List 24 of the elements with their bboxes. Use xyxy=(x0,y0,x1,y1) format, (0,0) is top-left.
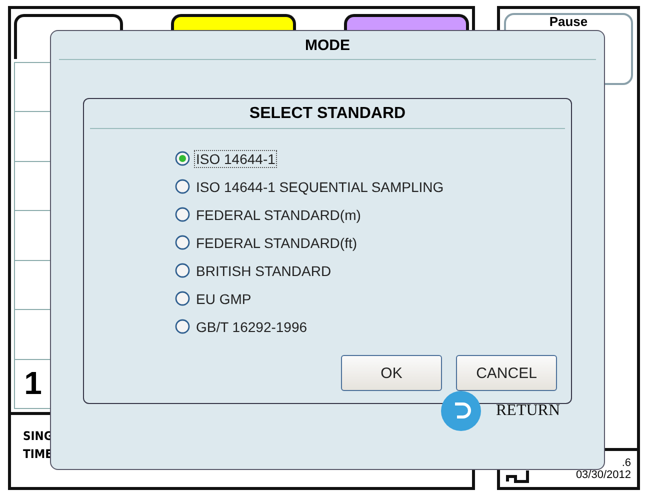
hook-icon xyxy=(506,469,532,483)
dialog-title: SELECT STANDARD xyxy=(90,99,565,129)
dialog-title: MODE xyxy=(59,31,596,60)
radio-button[interactable] xyxy=(175,319,190,334)
radio-button[interactable] xyxy=(175,263,190,278)
option-label[interactable]: ISO 14644-1 SEQUENTIAL SAMPLING xyxy=(194,178,446,196)
footer-value: .6 xyxy=(622,457,631,469)
return-button[interactable]: RETURN xyxy=(496,402,560,420)
radio-button[interactable] xyxy=(175,207,190,222)
option-label[interactable]: FEDERAL STANDARD(m) xyxy=(194,206,363,224)
radio-button[interactable] xyxy=(175,179,190,194)
cancel-button[interactable]: CANCEL xyxy=(456,355,557,391)
radio-button[interactable] xyxy=(175,235,190,250)
option-label[interactable]: ISO 14644-1 xyxy=(194,150,278,168)
radio-button[interactable] xyxy=(175,291,190,306)
return-icon[interactable] xyxy=(440,390,482,432)
radio-button[interactable] xyxy=(175,151,190,166)
option-label[interactable]: BRITISH STANDARD xyxy=(194,262,334,280)
option-label[interactable]: FEDERAL STANDARD(ft) xyxy=(194,234,360,252)
count-value: 1 xyxy=(24,365,42,402)
option-label[interactable]: GB/T 16292-1996 xyxy=(194,318,310,336)
ok-button[interactable]: OK xyxy=(341,355,442,391)
option-label[interactable]: EU GMP xyxy=(194,290,254,308)
date-text: 03/30/2012 xyxy=(576,469,631,481)
